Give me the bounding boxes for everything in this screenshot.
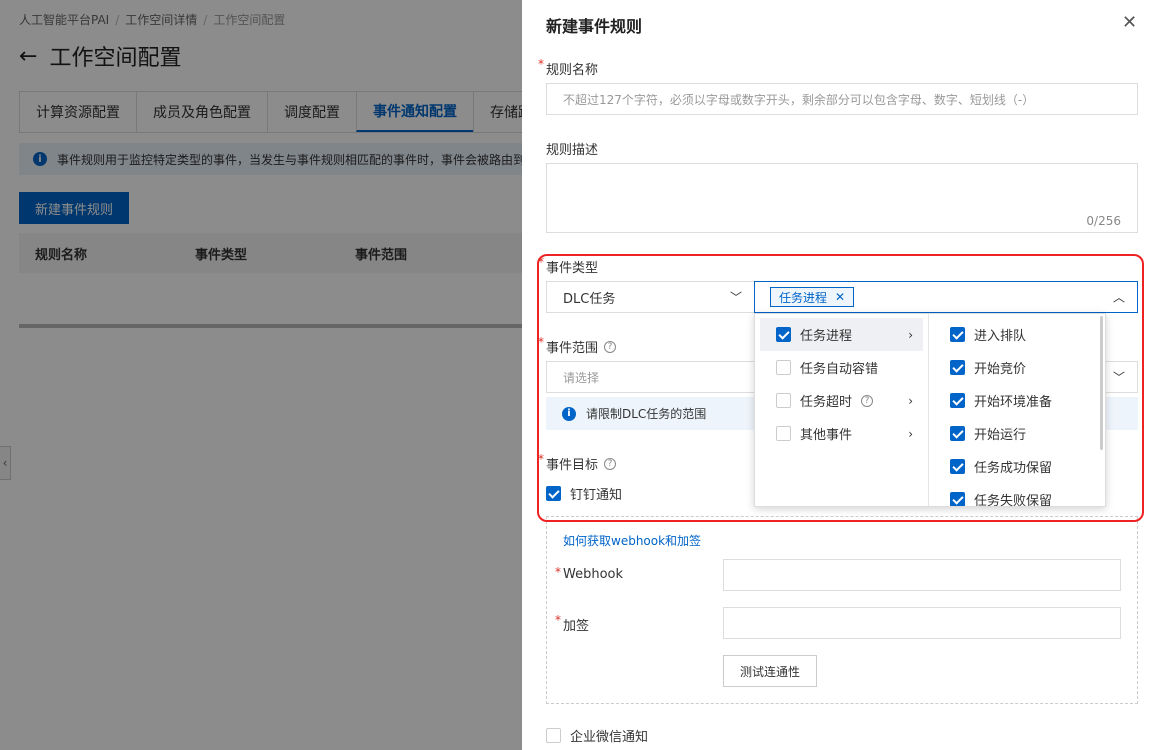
event-scope-placeholder: 请选择 [563, 370, 600, 385]
chevron-down-icon: ﹀ [729, 290, 742, 305]
help-icon[interactable]: ? [861, 394, 874, 407]
rule-name-placeholder: 不超过127个字符，必须以字母或数字开头，剩余部分可以包含字母、数字、短划线（-… [563, 92, 1035, 107]
cascader-option-other-events[interactable]: 其他事件 › [760, 417, 923, 450]
dingtalk-checkbox[interactable]: 钉钉通知 [546, 484, 622, 503]
info-icon: i [562, 406, 576, 421]
checkbox-icon[interactable] [950, 360, 965, 375]
checkbox-icon[interactable] [950, 426, 965, 441]
checkbox-icon[interactable] [950, 459, 965, 474]
help-icon[interactable]: ? [604, 340, 617, 353]
chevron-right-icon: › [908, 327, 913, 342]
cascader-option-task-progress[interactable]: 任务进程 › [760, 318, 923, 351]
event-source-select[interactable]: DLC任务 ﹀ [546, 281, 755, 313]
webhook-input[interactable] [723, 559, 1121, 591]
cascader-suboption[interactable]: 任务成功保留 [934, 450, 1100, 483]
webhook-help-link[interactable]: 如何获取webhook和加签 [563, 532, 701, 549]
cascader-suboption[interactable]: 任务失败保留 [934, 483, 1100, 506]
event-type-label: 事件类型 [538, 255, 598, 276]
event-type-cascader: 任务进程 › 任务自动容错 任务超时 ? › 其他事件 › 进入排队 开始竞价 [754, 313, 1106, 507]
option-label: 任务成功保留 [974, 461, 1053, 476]
cascader-level2: 进入排队 开始竞价 开始环境准备 开始运行 任务成功保留 任务失败保留 [929, 314, 1105, 506]
chevron-right-icon: › [908, 426, 913, 441]
drawer-title: 新建事件规则 [546, 17, 643, 36]
cascader-suboption[interactable]: 开始运行 [934, 417, 1100, 450]
event-type-select[interactable]: 任务进程 ✕ ︿ [754, 281, 1138, 313]
help-icon[interactable]: ? [604, 457, 617, 470]
tag-close-icon[interactable]: ✕ [835, 290, 845, 304]
event-target-label: 事件目标 ? [538, 452, 617, 473]
checkbox-icon[interactable] [776, 426, 791, 441]
rule-name-label: 规则名称 [538, 57, 598, 78]
sign-label: 加签 [555, 613, 589, 634]
cascader-scrollbar[interactable] [1100, 316, 1103, 450]
checkbox-icon[interactable] [776, 393, 791, 408]
checkbox-icon[interactable] [546, 728, 561, 743]
cascader-suboption[interactable]: 开始竞价 [934, 351, 1100, 384]
event-scope-label: 事件范围 ? [538, 335, 617, 356]
checkbox-icon[interactable] [546, 486, 561, 501]
selected-tag: 任务进程 ✕ [770, 287, 855, 307]
dingtalk-label: 钉钉通知 [570, 488, 623, 503]
option-label: 任务失败保留 [974, 494, 1053, 506]
wecom-label: 企业微信通知 [570, 730, 649, 745]
checkbox-icon[interactable] [776, 360, 791, 375]
rule-desc-textarea[interactable]: 0/256 [546, 163, 1138, 233]
cascader-level1: 任务进程 › 任务自动容错 任务超时 ? › 其他事件 › [755, 314, 929, 506]
rule-name-input[interactable]: 不超过127个字符，必须以字母或数字开头，剩余部分可以包含字母、数字、短划线（-… [546, 83, 1138, 115]
cascader-suboption[interactable]: 进入排队 [934, 318, 1100, 351]
chevron-up-icon: ︿ [1112, 290, 1125, 305]
chevron-right-icon: › [908, 393, 913, 408]
webhook-label: Webhook [555, 565, 623, 582]
checkbox-icon[interactable] [950, 393, 965, 408]
option-label: 其他事件 [800, 428, 853, 443]
wecom-checkbox[interactable]: 企业微信通知 [546, 726, 648, 745]
event-source-value: DLC任务 [563, 291, 616, 307]
checkbox-icon[interactable] [776, 327, 791, 342]
chevron-down-icon: ﹀ [1112, 370, 1125, 385]
checkbox-icon[interactable] [950, 492, 965, 506]
option-label: 进入排队 [974, 329, 1027, 344]
option-label: 开始环境准备 [974, 395, 1053, 410]
cascader-option-auto-fault-tolerance[interactable]: 任务自动容错 [760, 351, 923, 384]
close-icon[interactable]: ✕ [1122, 12, 1137, 33]
option-label: 任务进程 [800, 329, 853, 344]
test-connectivity-button[interactable]: 测试连通性 [723, 655, 817, 687]
option-label: 任务超时 [800, 395, 853, 410]
option-label: 开始竞价 [974, 362, 1027, 377]
cascader-option-task-timeout[interactable]: 任务超时 ? › [760, 384, 923, 417]
cascader-suboption[interactable]: 开始环境准备 [934, 384, 1100, 417]
rule-desc-label: 规则描述 [546, 143, 599, 158]
option-label: 开始运行 [974, 428, 1027, 443]
selected-tag-label: 任务进程 [779, 290, 828, 305]
option-label: 任务自动容错 [800, 362, 879, 377]
checkbox-icon[interactable] [950, 327, 965, 342]
sign-input[interactable] [723, 607, 1121, 639]
scope-note-text: 请限制DLC任务的范围 [586, 407, 707, 421]
char-counter: 0/256 [1086, 214, 1121, 228]
